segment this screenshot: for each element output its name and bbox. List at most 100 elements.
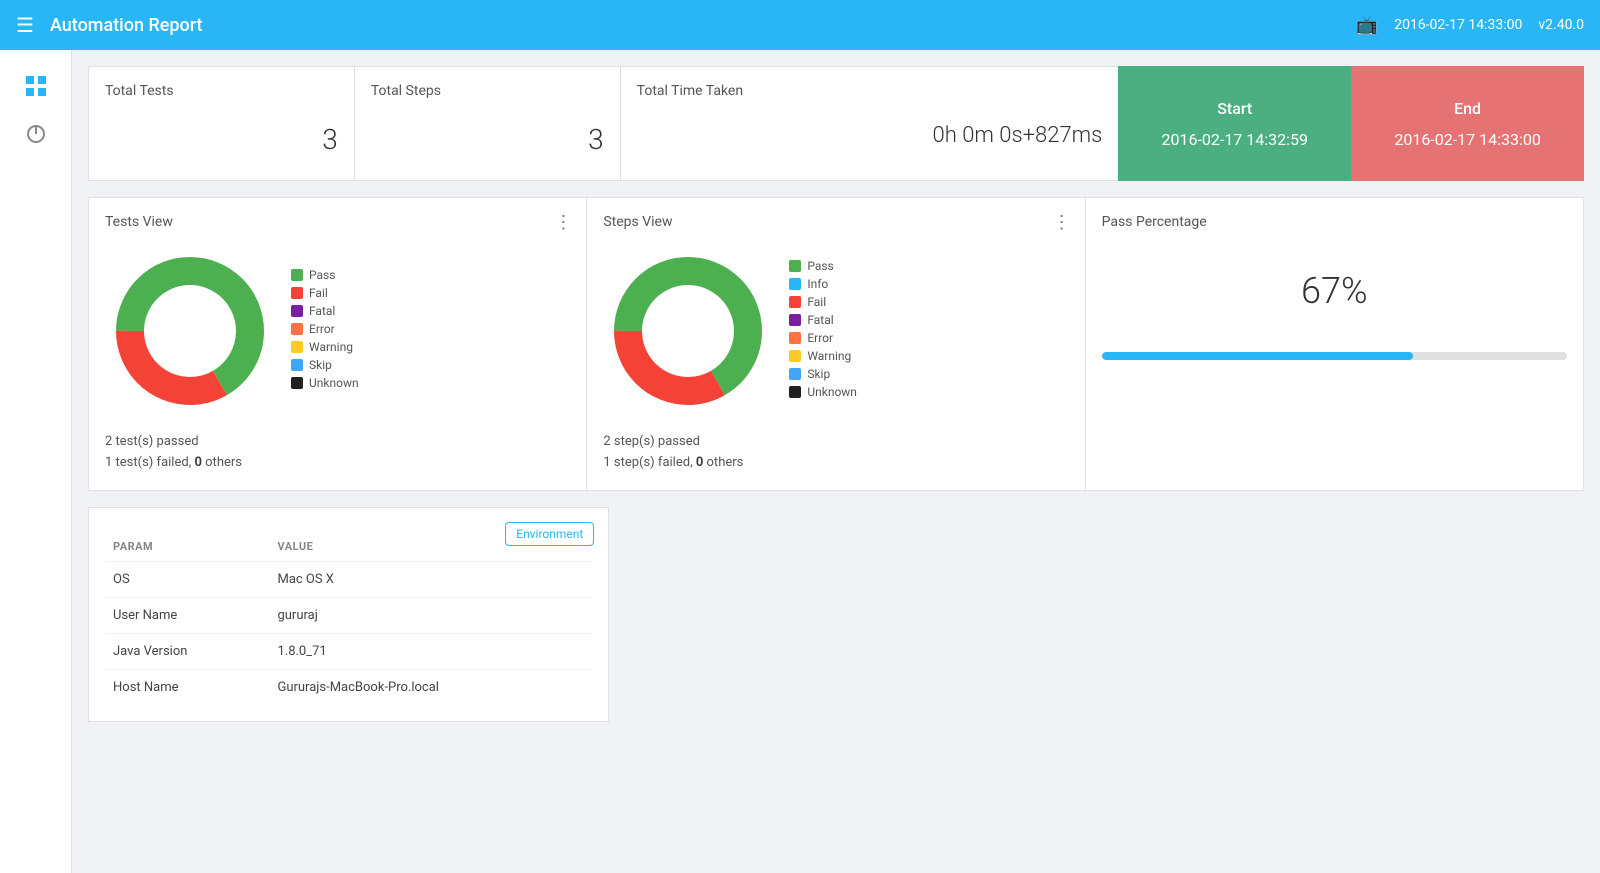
env-value: 1.8.0_71 — [269, 633, 592, 669]
end-label: End — [1454, 99, 1481, 118]
topbar-version: v2.40.0 — [1538, 17, 1584, 33]
legend-label: Fail — [807, 295, 826, 309]
legend-label: Pass — [807, 259, 833, 273]
env-value: gururaj — [269, 597, 592, 633]
legend-item: Error — [789, 331, 857, 345]
tests-donut — [105, 246, 275, 416]
env-tbody: OSMac OS XUser NamegururajJava Version1.… — [105, 561, 592, 705]
datetime-card: Start 2016-02-17 14:32:59 End 2016-02-17… — [1118, 66, 1584, 181]
total-time-card: Total Time Taken 0h 0m 0s+827ms — [620, 66, 1119, 181]
env-param: OS — [105, 561, 269, 597]
legend-item: Info — [789, 277, 857, 291]
total-time-value: 0h 0m 0s+827ms — [637, 107, 1103, 156]
topbar-right: 📺 2016-02-17 14:33:00 v2.40.0 — [1356, 15, 1584, 36]
legend-color — [291, 305, 303, 317]
bottom-row: Environment PARAM VALUE OSMac OS XUser N… — [88, 507, 1584, 722]
topbar-datetime: 2016-02-17 14:33:00 — [1394, 17, 1522, 33]
progress-bar-fill — [1102, 352, 1414, 360]
end-value: 2016-02-17 14:33:00 — [1394, 130, 1540, 149]
legend-label: Unknown — [309, 376, 359, 390]
env-value: Mac OS X — [269, 561, 592, 597]
steps-footer-line2: 1 step(s) failed, 0 others — [603, 453, 1068, 474]
legend-color — [291, 323, 303, 335]
env-param: User Name — [105, 597, 269, 633]
start-datetime: Start 2016-02-17 14:32:59 — [1118, 66, 1351, 181]
topbar: ☰ Automation Report 📺 2016-02-17 14:33:0… — [0, 0, 1600, 50]
right-spacer — [609, 507, 1584, 722]
legend-label: Warning — [309, 340, 353, 354]
legend-color — [291, 341, 303, 353]
legend-item: Skip — [789, 367, 857, 381]
total-steps-label: Total Steps — [371, 83, 604, 99]
charts-row: Tests View ⋮ Pass Fail Fatal Error Warning Sk… — [88, 197, 1584, 491]
legend-label: Info — [807, 277, 828, 291]
steps-view-title: Steps View — [603, 214, 1068, 230]
legend-color — [291, 287, 303, 299]
legend-item: Fatal — [789, 313, 857, 327]
legend-color — [789, 278, 801, 290]
steps-legend: Pass Info Fail Fatal Error Warning Skip Unknown — [789, 259, 857, 403]
legend-color — [291, 377, 303, 389]
tests-view-title: Tests View — [105, 214, 570, 230]
tests-view-menu[interactable]: ⋮ — [554, 212, 572, 233]
total-time-label: Total Time Taken — [637, 83, 1103, 99]
legend-color — [789, 332, 801, 344]
pass-percentage-card: Pass Percentage 67% — [1085, 197, 1584, 491]
app-title: Automation Report — [50, 15, 1356, 36]
main-content: Total Tests 3 Total Steps 3 Total Time T… — [72, 50, 1600, 873]
total-steps-card: Total Steps 3 — [354, 66, 620, 181]
legend-label: Skip — [807, 367, 830, 381]
env-value: Gururajs-MacBook-Pro.local — [269, 669, 592, 705]
env-col-param: PARAM — [105, 532, 269, 562]
environment-table: PARAM VALUE OSMac OS XUser NamegururajJa… — [105, 532, 592, 705]
monitor-icon: 📺 — [1356, 15, 1378, 36]
pass-percentage-value: 67% — [1102, 270, 1567, 312]
sidebar-dashboard[interactable] — [16, 66, 56, 106]
legend-label: Warning — [807, 349, 851, 363]
tests-footer: 2 test(s) passed 1 test(s) failed, 0 oth… — [105, 432, 570, 474]
start-value: 2016-02-17 14:32:59 — [1162, 130, 1308, 149]
legend-color — [789, 368, 801, 380]
start-label: Start — [1217, 99, 1252, 118]
progress-bar-container — [1102, 352, 1567, 360]
legend-label: Error — [309, 322, 335, 336]
total-steps-value: 3 — [371, 107, 604, 164]
env-param: Java Version — [105, 633, 269, 669]
legend-color — [789, 260, 801, 272]
legend-item: Warning — [789, 349, 857, 363]
legend-item: Unknown — [789, 385, 857, 399]
legend-color — [291, 269, 303, 281]
summary-row: Total Tests 3 Total Steps 3 Total Time T… — [88, 66, 1584, 181]
legend-label: Error — [807, 331, 833, 345]
steps-view-content: Pass Info Fail Fatal Error Warning Skip Unknown — [603, 246, 1068, 416]
tests-view-content: PassFailFatalErrorWarningSkipUnknown — [105, 246, 570, 416]
legend-color — [789, 314, 801, 326]
legend-item: Fail — [291, 286, 359, 300]
env-param: Host Name — [105, 669, 269, 705]
sidebar-power[interactable] — [16, 114, 56, 154]
legend-label: Fatal — [807, 313, 833, 327]
total-tests-label: Total Tests — [105, 83, 338, 99]
legend-item: Unknown — [291, 376, 359, 390]
environment-badge: Environment — [505, 522, 594, 546]
steps-footer-line1: 2 step(s) passed — [603, 432, 1068, 453]
steps-view-menu[interactable]: ⋮ — [1053, 212, 1071, 233]
legend-item: Fail — [789, 295, 857, 309]
total-tests-card: Total Tests 3 — [88, 66, 354, 181]
table-row: Host NameGururajs-MacBook-Pro.local — [105, 669, 592, 705]
hamburger-icon[interactable]: ☰ — [16, 13, 34, 37]
legend-label: Fatal — [309, 304, 335, 318]
legend-label: Unknown — [807, 385, 857, 399]
environment-card: Environment PARAM VALUE OSMac OS XUser N… — [88, 507, 609, 722]
legend-color — [789, 386, 801, 398]
legend-color — [291, 359, 303, 371]
steps-view-card: Steps View ⋮ Pass Info Fail Fatal Error Warni… — [586, 197, 1084, 491]
steps-footer: 2 step(s) passed 1 step(s) failed, 0 oth… — [603, 432, 1068, 474]
legend-item: Error — [291, 322, 359, 336]
legend-label: Pass — [309, 268, 335, 282]
legend-item: Pass — [291, 268, 359, 282]
tests-footer-line2: 1 test(s) failed, 0 others — [105, 453, 570, 474]
table-row: OSMac OS X — [105, 561, 592, 597]
legend-item: Warning — [291, 340, 359, 354]
end-datetime: End 2016-02-17 14:33:00 — [1351, 66, 1584, 181]
